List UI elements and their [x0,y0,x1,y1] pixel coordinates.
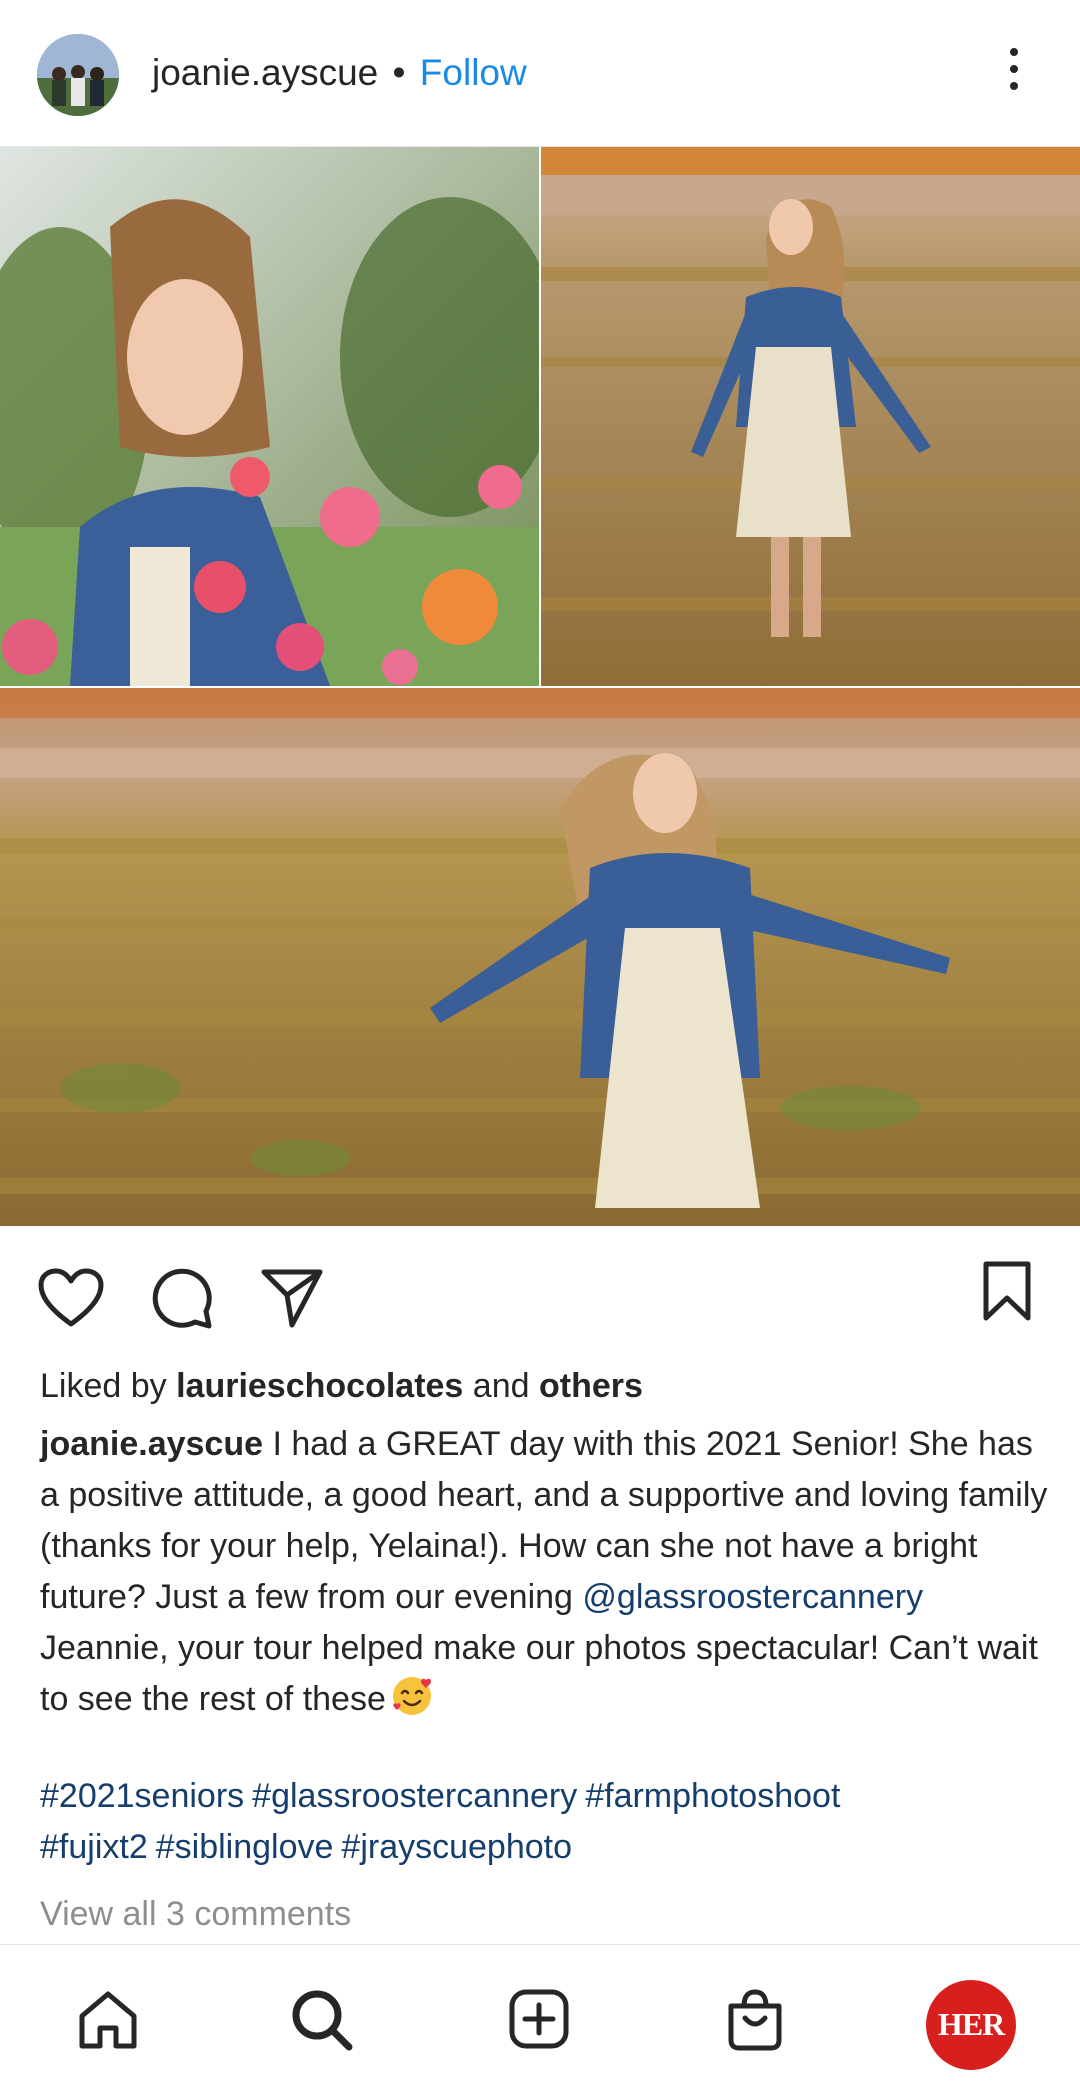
hashtag-link[interactable]: #farmphotoshoot [585,1777,840,1815]
follow-button[interactable]: Follow [420,52,527,93]
heart-icon[interactable] [38,1268,104,1328]
photo-closeup-flowers[interactable] [0,147,539,686]
author-username[interactable]: joanie.ayscue [152,52,378,93]
home-icon[interactable] [76,1988,140,2052]
hashtag-link[interactable]: #2021seniors [40,1777,244,1815]
likes-prefix: Liked by [40,1367,167,1405]
comment-icon[interactable] [151,1267,213,1329]
hashtag-link[interactable]: #fujixt2 [40,1828,148,1866]
photo-standing-field[interactable] [541,147,1080,686]
view-comments-link[interactable]: View all 3 comments [40,1891,351,1937]
likes-conjunction: and [472,1367,530,1405]
smiling-face-with-hearts-emoji-icon [390,1674,434,1718]
liker-username[interactable]: laurieschocolates [176,1367,463,1405]
profile-logo-text: HER [937,2006,1005,2042]
separator-dot: • [392,52,406,93]
caption-text-continued: Jeannie, your tour helped make our photo… [40,1629,1038,1718]
bottom-nav: HER [0,1944,1080,2095]
hashtag-link[interactable]: #glassroostercannery [252,1777,577,1815]
send-icon[interactable] [260,1267,324,1329]
search-icon[interactable] [290,1988,354,2052]
bookmark-icon[interactable] [981,1260,1033,1322]
post-header: joanie.ayscue • Follow [0,0,1080,147]
likes-others-link[interactable]: others [539,1367,643,1405]
likes-summary: Liked by laurieschocolates and others [40,1363,643,1409]
photo-wide-field[interactable] [0,688,1080,1226]
more-vertical-icon[interactable] [1000,48,1028,102]
post-caption: joanie.ayscue I had a GREAT day with thi… [40,1419,1050,1725]
shop-icon[interactable] [725,1988,785,2052]
hashtag-link[interactable]: #jrayscuephoto [341,1828,572,1866]
author-avatar[interactable] [37,34,119,116]
hashtag-link[interactable]: #siblinglove [156,1828,334,1866]
caption-author[interactable]: joanie.ayscue [40,1425,263,1463]
profile-avatar[interactable]: HER [926,1980,1016,2070]
caption-mention[interactable]: @glassroostercannery [582,1578,923,1616]
hashtags: #2021seniors #glassroostercannery #farmpho… [40,1771,1050,1873]
create-icon[interactable] [508,1988,570,2050]
author-row: joanie.ayscue • Follow [152,50,527,96]
